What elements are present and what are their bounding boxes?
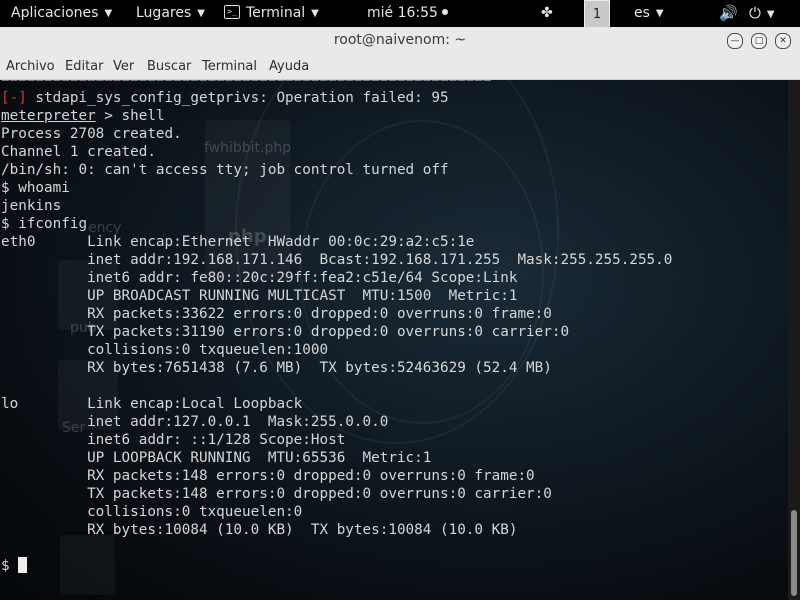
eth0-line: RX packets:33622 errors:0 dropped:0 over… — [1, 306, 552, 322]
applications-label: Aplicaciones — [11, 5, 99, 21]
menu-ayuda[interactable]: Ayuda — [269, 54, 309, 79]
language-label: es — [634, 5, 650, 21]
window-titlebar[interactable]: root@naivenom: ~ — □ ✕ — [0, 27, 800, 55]
meterpreter-prompt: meterpreter — [1, 108, 96, 124]
lo-line: TX packets:148 errors:0 dropped:0 overru… — [1, 486, 552, 502]
lo-line: lo Link encap:Local Loopback — [1, 396, 303, 412]
lo-line: inet addr:127.0.0.1 Mask:255.0.0.0 — [1, 414, 389, 430]
applications-menu[interactable]: Aplicaciones ▼ — [11, 0, 112, 27]
recording-dot-icon — [441, 9, 448, 15]
power-menu[interactable]: ⏻ ▼ — [749, 0, 775, 27]
scrollbar-thumb[interactable] — [791, 510, 797, 596]
eth0-line: eth0 Link encap:Ethernet HWaddr 00:0c:29… — [1, 234, 475, 250]
clock-label: mié 16:55 — [367, 5, 438, 21]
terminal-app-label: Terminal — [246, 5, 306, 21]
menu-editar[interactable]: Editar — [65, 54, 104, 79]
close-button[interactable]: ✕ — [775, 33, 791, 49]
separator-line: ========================================… — [1, 80, 672, 89]
tty-warning-line: /bin/sh: 0: can't access tty; job contro… — [1, 162, 449, 178]
terminal-app-menu[interactable]: >_ Terminal ▼ — [224, 0, 319, 27]
maximize-button[interactable]: □ — [751, 33, 767, 49]
channel-line: Channel 1 created. — [1, 144, 156, 160]
minimize-button[interactable]: — — [727, 33, 743, 49]
terminal-menubar: Archivo Editar Ver Buscar Terminal Ayuda — [0, 54, 800, 80]
chevron-down-icon: ▼ — [766, 9, 775, 20]
terminal-lines: ========================================… — [1, 80, 672, 575]
chevron-down-icon: ▼ — [197, 8, 205, 19]
error-text: stdapi_sys_config_getprivs: Operation fa… — [26, 90, 449, 106]
terminal-scrollbar[interactable] — [788, 80, 800, 600]
ifconfig-command: $ ifconfig — [1, 216, 88, 232]
power-icon: ⏻ — [749, 4, 761, 22]
menu-terminal[interactable]: Terminal — [202, 54, 257, 79]
language-menu[interactable]: es ▼ — [634, 0, 664, 27]
chevron-down-icon: ▼ — [104, 8, 113, 19]
gnome-top-bar: Aplicaciones ▼ Lugares ▼ >_ Terminal ▼ mié 1… — [0, 0, 800, 29]
error-line: [-] stdapi_sys_config_getprivs: Operatio… — [1, 89, 672, 107]
menu-archivo[interactable]: Archivo — [6, 54, 55, 79]
error-tag: [-] — [1, 90, 27, 106]
clock[interactable]: mié 16:55 — [367, 0, 448, 27]
eth0-line: RX bytes:7651438 (7.6 MB) TX bytes:52463… — [1, 360, 552, 376]
volume-icon[interactable]: 🔊 — [719, 0, 738, 27]
chevron-down-icon: ▼ — [311, 8, 319, 19]
tray-icon[interactable]: ✤ — [541, 0, 553, 27]
eth0-line: TX packets:31190 errors:0 dropped:0 over… — [1, 324, 570, 340]
menu-ver[interactable]: Ver — [113, 54, 134, 79]
text-cursor — [18, 557, 28, 573]
workspace-indicator[interactable]: 1 — [584, 0, 610, 29]
menu-buscar[interactable]: Buscar — [147, 54, 191, 79]
lo-line: collisions:0 txqueuelen:0 — [1, 504, 303, 520]
whoami-command: $ whoami — [1, 180, 70, 196]
whoami-output: jenkins — [1, 198, 62, 214]
places-menu[interactable]: Lugares ▼ — [136, 0, 205, 27]
terminal-icon: >_ — [224, 5, 240, 19]
meterpreter-line: meterpreter > shell — [1, 107, 672, 125]
lo-line: inet6 addr: ::1/128 Scope:Host — [1, 432, 346, 448]
shell-prompt: $ — [1, 558, 19, 574]
eth0-line: inet addr:192.168.171.146 Bcast:192.168.… — [1, 252, 673, 268]
eth0-line: inet6 addr: fe80::20c:29ff:fea2:c51e/64 … — [1, 270, 518, 286]
separator-text: ========================================… — [1, 80, 492, 87]
eth0-line: UP BROADCAST RUNNING MULTICAST MTU:1500 … — [1, 288, 518, 304]
prompt-line[interactable]: $ — [1, 557, 672, 575]
chevron-down-icon: ▼ — [655, 8, 664, 19]
meterpreter-command: > shell — [95, 108, 165, 124]
lo-line: RX bytes:10084 (10.0 KB) TX bytes:10084 … — [1, 522, 518, 538]
lo-line: RX packets:148 errors:0 dropped:0 overru… — [1, 468, 535, 484]
lo-line: UP LOOPBACK RUNNING MTU:65536 Metric:1 — [1, 450, 432, 466]
places-label: Lugares — [136, 5, 192, 21]
window-title: root@naivenom: ~ — [333, 32, 467, 48]
eth0-line: collisions:0 txqueuelen:1000 — [1, 342, 329, 358]
terminal-output[interactable]: fwhibbit.php php ency pub Ser ==========… — [0, 80, 788, 600]
process-line: Process 2708 created. — [1, 126, 182, 142]
